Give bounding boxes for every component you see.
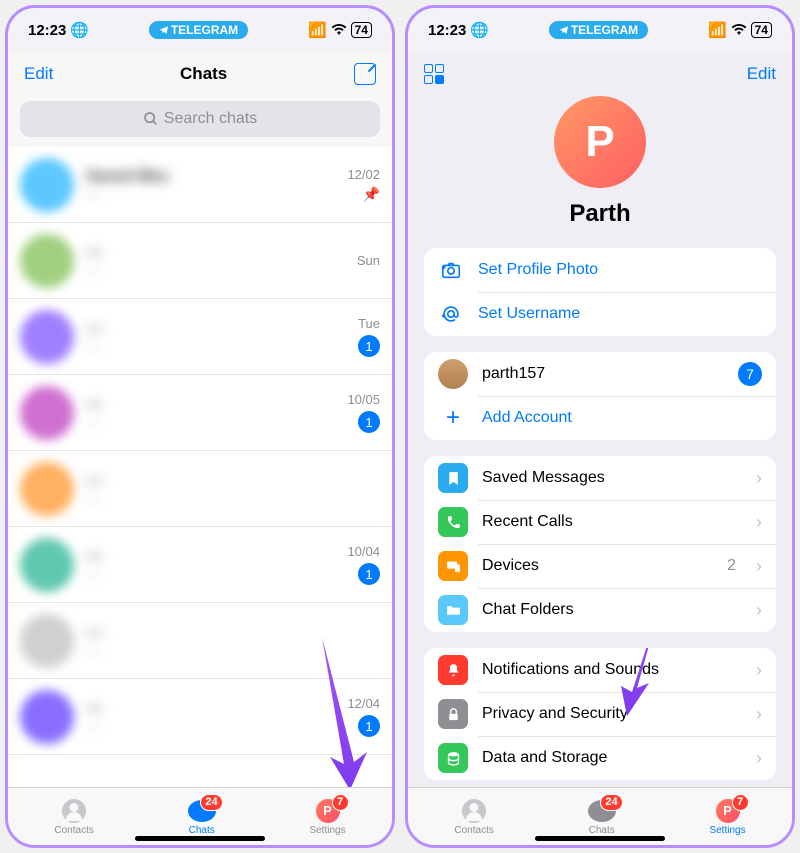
- devices[interactable]: Devices 2 ›: [424, 544, 776, 588]
- chevron-right-icon: ›: [756, 556, 762, 577]
- chat-row[interactable]: Saved Mes— 12/02📌: [8, 147, 392, 223]
- globe-icon: 🌐: [470, 21, 489, 39]
- tab-settings[interactable]: P7 Settings: [709, 798, 745, 836]
- general-group: Saved Messages › Recent Calls › Devices …: [424, 456, 776, 632]
- search-container: Search chats: [8, 96, 392, 147]
- tab-contacts[interactable]: Contacts: [54, 798, 93, 836]
- annotation-arrow: [619, 648, 674, 718]
- recent-calls[interactable]: Recent Calls ›: [424, 500, 776, 544]
- nav-bar: Edit Chats: [8, 52, 392, 96]
- profile-actions-group: Set Profile Photo Set Username: [424, 248, 776, 336]
- at-icon: [438, 301, 464, 327]
- add-account[interactable]: + Add Account: [424, 396, 776, 440]
- chat-folders[interactable]: Chat Folders ›: [424, 588, 776, 632]
- globe-icon: 🌐: [70, 21, 89, 39]
- search-input[interactable]: Search chats: [20, 101, 380, 137]
- wifi-icon: [331, 22, 347, 39]
- pin-icon: 📌: [363, 186, 380, 203]
- compose-icon: [354, 63, 376, 85]
- data-storage[interactable]: Data and Storage ›: [424, 736, 776, 780]
- account-avatar-icon: [438, 359, 468, 389]
- notifications-sounds[interactable]: Notifications and Sounds ›: [424, 648, 776, 692]
- chevron-right-icon: ›: [756, 468, 762, 489]
- status-bar: 12:23 🌐 TELEGRAM 📶 74: [8, 8, 392, 52]
- annotation-arrow: [312, 632, 372, 787]
- status-time: 12:23: [28, 22, 66, 39]
- chevron-right-icon: ›: [756, 660, 762, 681]
- settings-scroll[interactable]: P Parth Set Profile Photo Set Username p…: [408, 96, 792, 787]
- phone-icon: [438, 507, 468, 537]
- bell-icon: [438, 655, 468, 685]
- tab-settings[interactable]: P7 Settings: [309, 798, 345, 836]
- chat-row[interactable]: —— 10/051: [8, 375, 392, 451]
- chat-row[interactable]: —— Tue1: [8, 299, 392, 375]
- privacy-security[interactable]: Privacy and Security ›: [424, 692, 776, 736]
- page-title: Chats: [180, 64, 227, 84]
- battery-icon: 74: [751, 22, 772, 38]
- signal-icon: 📶: [308, 21, 327, 39]
- phone-settings: 12:23 🌐 TELEGRAM 📶 74 Edit P Parth Set P…: [405, 5, 795, 848]
- home-indicator: [135, 836, 265, 841]
- accounts-group: parth157 7 + Add Account: [424, 352, 776, 440]
- telegram-pill: TELEGRAM: [549, 21, 648, 39]
- storage-icon: [438, 743, 468, 773]
- chat-row[interactable]: —— 10/041: [8, 527, 392, 603]
- folder-icon: [438, 595, 468, 625]
- tab-contacts[interactable]: Contacts: [454, 798, 493, 836]
- contacts-icon: [462, 799, 486, 823]
- lock-icon: [438, 699, 468, 729]
- account-badge: 7: [738, 362, 762, 386]
- bookmark-icon: [438, 463, 468, 493]
- nav-bar: Edit: [408, 52, 792, 96]
- prefs-group: Notifications and Sounds › Privacy and S…: [424, 648, 776, 780]
- chevron-right-icon: ›: [756, 704, 762, 725]
- chevron-right-icon: ›: [756, 600, 762, 621]
- search-icon: [143, 111, 159, 127]
- compose-button[interactable]: [354, 63, 376, 85]
- chat-row[interactable]: —— Sun: [8, 223, 392, 299]
- home-indicator: [535, 836, 665, 841]
- set-username[interactable]: Set Username: [424, 292, 776, 336]
- chat-row[interactable]: ——: [8, 451, 392, 527]
- chevron-right-icon: ›: [756, 748, 762, 769]
- telegram-pill: TELEGRAM: [149, 21, 248, 39]
- signal-icon: 📶: [708, 21, 727, 39]
- status-bar: 12:23 🌐 TELEGRAM 📶 74: [408, 8, 792, 52]
- phone-chats: 12:23 🌐 TELEGRAM 📶 74 Edit Chats Search …: [5, 5, 395, 848]
- profile-header: P Parth: [424, 96, 776, 248]
- set-profile-photo[interactable]: Set Profile Photo: [424, 248, 776, 292]
- profile-avatar[interactable]: P: [554, 96, 646, 188]
- chat-list[interactable]: Saved Mes— 12/02📌 —— Sun —— Tue1 —— 10/0…: [8, 147, 392, 787]
- plus-icon: +: [438, 404, 468, 432]
- qr-button[interactable]: [424, 64, 446, 84]
- tab-chats[interactable]: 24 Chats: [187, 798, 217, 836]
- profile-name: Parth: [569, 200, 630, 228]
- battery-icon: 74: [351, 22, 372, 38]
- account-row[interactable]: parth157 7: [424, 352, 776, 396]
- saved-messages[interactable]: Saved Messages ›: [424, 456, 776, 500]
- status-time: 12:23: [428, 22, 466, 39]
- edit-button[interactable]: Edit: [24, 64, 53, 84]
- edit-button[interactable]: Edit: [747, 64, 776, 84]
- contacts-icon: [62, 799, 86, 823]
- wifi-icon: [731, 22, 747, 39]
- chevron-right-icon: ›: [756, 512, 762, 533]
- tab-chats[interactable]: 24 Chats: [587, 798, 617, 836]
- camera-icon: [438, 257, 464, 283]
- devices-icon: [438, 551, 468, 581]
